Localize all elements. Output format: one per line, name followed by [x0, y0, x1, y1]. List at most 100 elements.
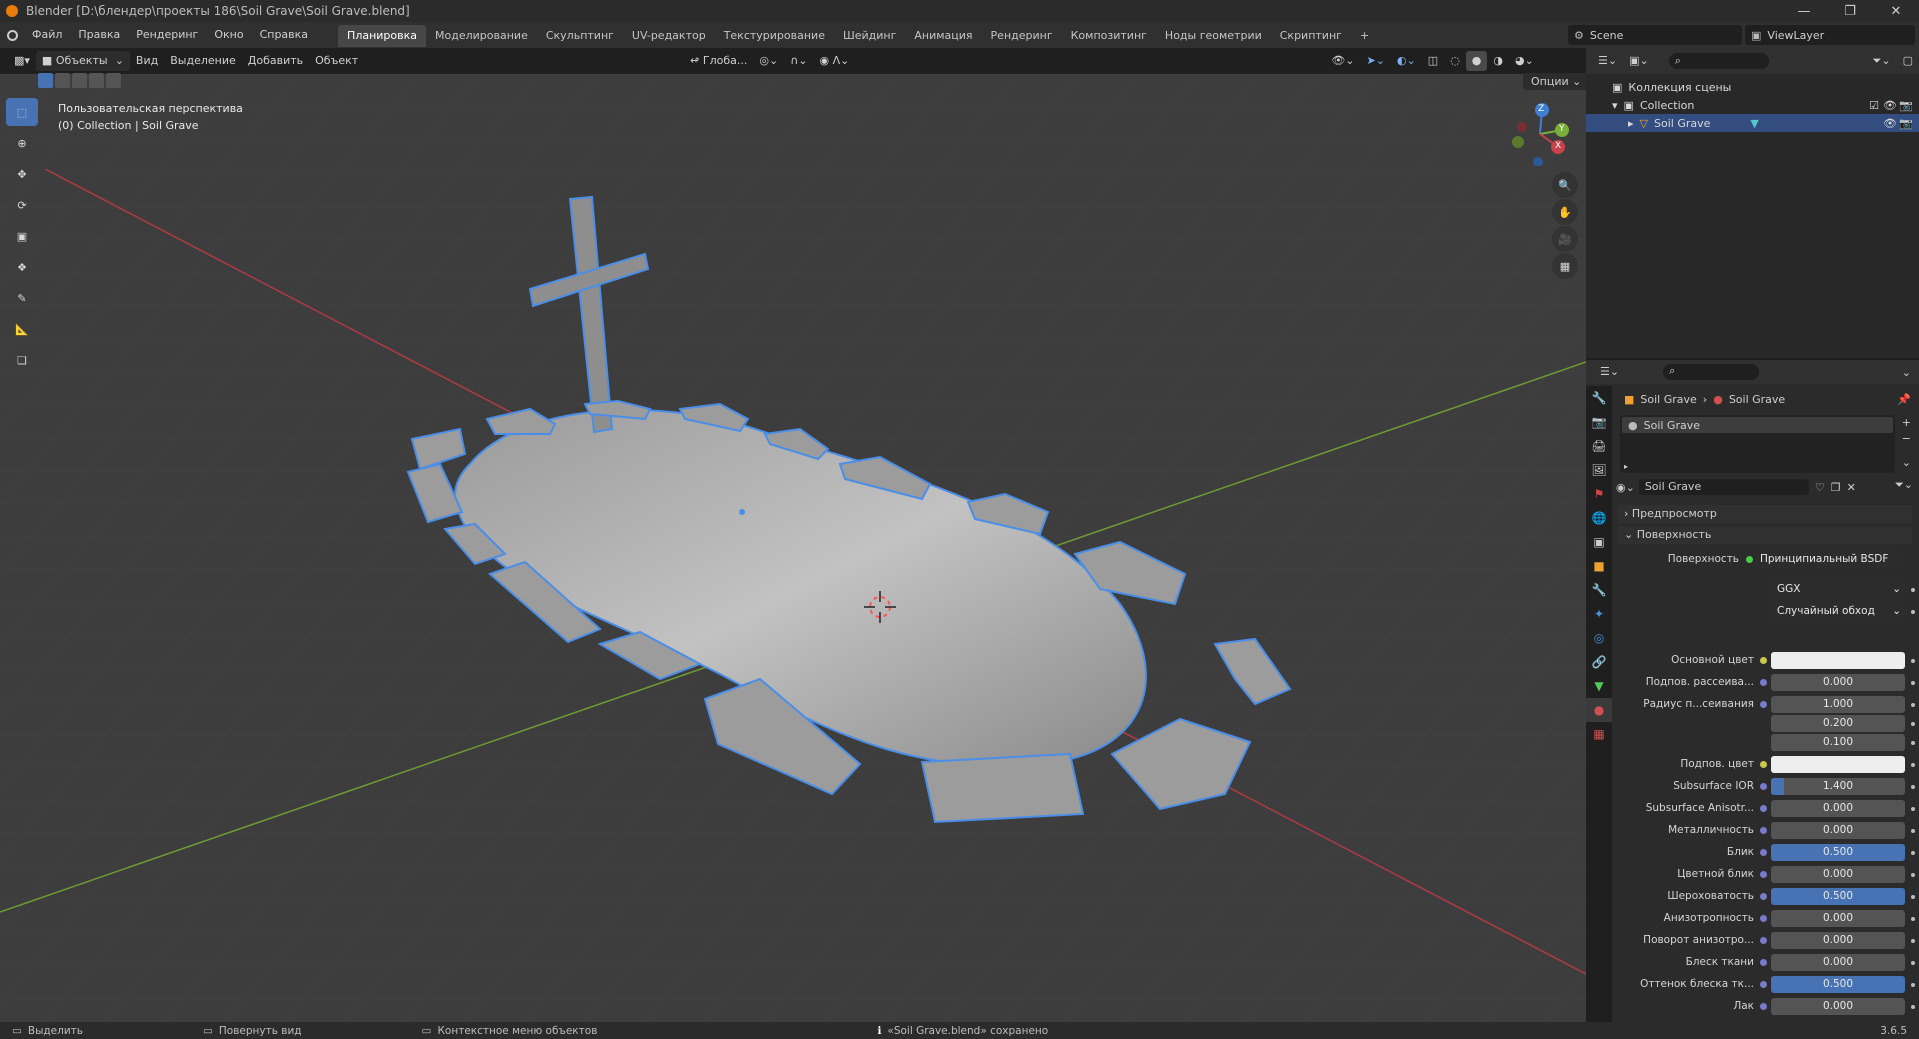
socket-icon[interactable] [1760, 959, 1767, 966]
shader-field-value[interactable]: 0.200 [1771, 715, 1905, 732]
shading-material-icon[interactable]: ◑ [1487, 51, 1509, 71]
material-slot-list[interactable]: ● Soil Grave ▸ [1620, 415, 1895, 473]
socket-icon[interactable] [1760, 761, 1767, 768]
proportional-edit-icon[interactable]: ◉ Λ⌄ [813, 51, 855, 71]
scene-tab-icon[interactable]: ⚑ [1586, 482, 1612, 506]
slot-menu-icon[interactable]: ⌄ [1902, 456, 1911, 469]
annotate-icon[interactable]: ✎ [6, 284, 38, 312]
rotate-icon[interactable]: ⟳ [6, 191, 38, 219]
menu-edit[interactable]: Правка [70, 22, 128, 48]
select-new-icon[interactable] [38, 73, 53, 88]
menu-window[interactable]: Окно [206, 22, 251, 48]
shader-field-value[interactable]: 0.000 [1771, 932, 1905, 949]
3d-viewport[interactable] [0, 74, 1586, 1022]
eye-icon[interactable]: 👁 [1883, 99, 1897, 112]
outliner-editor-icon[interactable]: ☰⌄ [1592, 51, 1623, 71]
socket-icon[interactable] [1760, 783, 1767, 790]
chevron-right-icon[interactable]: ▸ [1624, 462, 1628, 471]
chevron-down-icon[interactable]: ▾ [1612, 99, 1618, 112]
object-tab-icon[interactable]: ■ [1586, 554, 1612, 578]
chevron-right-icon[interactable]: ▸ [1628, 117, 1634, 130]
material-browse-icon[interactable]: ◉⌄ [1616, 481, 1635, 494]
tool-tab-icon[interactable]: 🔧 [1586, 386, 1612, 410]
shader-field-value[interactable]: 1.000 [1771, 696, 1905, 713]
menu-view[interactable]: Вид [130, 51, 164, 71]
shader-field-value[interactable]: 0.000 [1771, 822, 1905, 839]
keyframe-dot-icon[interactable] [1911, 851, 1915, 855]
add-slot-icon[interactable]: + [1902, 416, 1911, 429]
fake-user-icon[interactable]: ♡ [1815, 481, 1825, 494]
menu-add[interactable]: Добавить [242, 51, 309, 71]
workspace-tab-modeling[interactable]: Моделирование [426, 25, 537, 47]
workspace-tab-compositing[interactable]: Композитинг [1062, 25, 1156, 47]
keyframe-dot-icon[interactable] [1911, 703, 1915, 707]
transform-orientation-dropdown[interactable]: ↫ Глоба... [684, 51, 753, 71]
pin-icon[interactable]: 📌 [1897, 393, 1911, 406]
zoom-icon[interactable]: 🔍 [1552, 172, 1578, 198]
workspace-tab-animation[interactable]: Анимация [905, 25, 981, 47]
outliner-search-input[interactable]: ⌕ [1668, 53, 1769, 69]
new-collection-icon[interactable]: ▢ [1897, 51, 1919, 71]
add-workspace-button[interactable]: + [1351, 25, 1378, 47]
shader-field-value[interactable] [1771, 756, 1905, 773]
keyframe-dot-icon[interactable] [1911, 829, 1915, 833]
keyframe-dot-icon[interactable] [1911, 961, 1915, 965]
overlay-toggle-icon[interactable]: ◐⌄ [1391, 51, 1422, 71]
eye-icon[interactable]: 👁 [1883, 117, 1897, 130]
view-layer-selector[interactable]: ▣ ViewLayer [1745, 25, 1915, 45]
workspace-tab-layout[interactable]: Планировка [338, 25, 427, 47]
editor-type-icon[interactable]: ▩▾ [8, 51, 36, 71]
physics-tab-icon[interactable]: ◎ [1586, 626, 1612, 650]
remove-slot-icon[interactable]: − [1902, 432, 1911, 445]
shader-field-value[interactable]: 0.500 [1771, 844, 1905, 861]
shader-field-value[interactable]: 0.000 [1771, 954, 1905, 971]
keyframe-dot-icon[interactable] [1911, 588, 1915, 592]
select-box-icon[interactable]: ⬚ [6, 98, 38, 126]
shader-field-value[interactable] [1771, 652, 1905, 669]
add-cube-icon[interactable]: ❏ [6, 346, 38, 374]
shader-field-value[interactable]: 1.400 [1771, 778, 1905, 795]
socket-icon[interactable] [1760, 871, 1767, 878]
render-tab-icon[interactable]: 📷 [1586, 410, 1612, 434]
workspace-tab-sculpting[interactable]: Скульптинг [537, 25, 623, 47]
keyframe-dot-icon[interactable] [1911, 722, 1915, 726]
material-slot-item[interactable]: ● Soil Grave [1622, 417, 1893, 433]
close-icon[interactable]: ✕ [1847, 481, 1856, 494]
move-icon[interactable]: ✥ [6, 160, 38, 188]
surface-shader-field[interactable]: Принципиальный BSDF [1754, 551, 1900, 568]
socket-icon[interactable] [1760, 827, 1767, 834]
socket-icon[interactable] [1760, 679, 1767, 686]
menu-object[interactable]: Объект [309, 51, 364, 71]
view-layer-tab-icon[interactable]: 🖼 [1586, 458, 1612, 482]
outliner-row-collection[interactable]: ▾ ▣ Collection ☑ 👁 📷 [1586, 96, 1919, 114]
node-link-icon[interactable]: ⏷⌄ [1895, 478, 1913, 492]
shading-solid-icon[interactable]: ● [1465, 51, 1488, 71]
shader-field-value[interactable]: 0.000 [1771, 800, 1905, 817]
keyframe-dot-icon[interactable] [1911, 785, 1915, 789]
duplicate-icon[interactable]: ❐ [1831, 481, 1841, 494]
keyframe-dot-icon[interactable] [1911, 610, 1915, 614]
select-intersect-icon[interactable] [106, 73, 121, 88]
world-tab-icon[interactable]: 🌐 [1586, 506, 1612, 530]
restore-icon[interactable]: ❐ [1827, 0, 1873, 22]
panel-preview[interactable]: › Предпросмотр [1618, 505, 1912, 523]
minimize-icon[interactable]: — [1781, 0, 1827, 22]
keyframe-dot-icon[interactable] [1911, 917, 1915, 921]
mode-selector[interactable]: ■ Объекты ⌄ [35, 51, 130, 71]
gizmo-toggle-icon[interactable]: ➤⌄ [1361, 51, 1391, 71]
camera-render-icon[interactable]: 📷 [1899, 117, 1913, 130]
keyframe-dot-icon[interactable] [1911, 983, 1915, 987]
keyframe-dot-icon[interactable] [1911, 659, 1915, 663]
shader-field-value[interactable]: 0.100 [1771, 734, 1905, 751]
workspace-tab-rendering[interactable]: Рендеринг [982, 25, 1062, 47]
keyframe-dot-icon[interactable] [1911, 895, 1915, 899]
pivot-point-icon[interactable]: ◎⌄ [753, 51, 784, 71]
menu-help[interactable]: Справка [252, 22, 316, 48]
texture-tab-icon[interactable]: ▦ [1586, 722, 1612, 746]
keyframe-dot-icon[interactable] [1911, 873, 1915, 877]
outliner-row-soil-grave[interactable]: ▸ ▽ Soil Grave ▼ 👁 📷 [1586, 114, 1919, 132]
menu-select[interactable]: Выделение [164, 51, 242, 71]
exclude-checkbox-icon[interactable]: ☑ [1869, 99, 1879, 112]
transform-icon[interactable]: ❖ [6, 253, 38, 281]
select-invert-icon[interactable] [89, 73, 104, 88]
